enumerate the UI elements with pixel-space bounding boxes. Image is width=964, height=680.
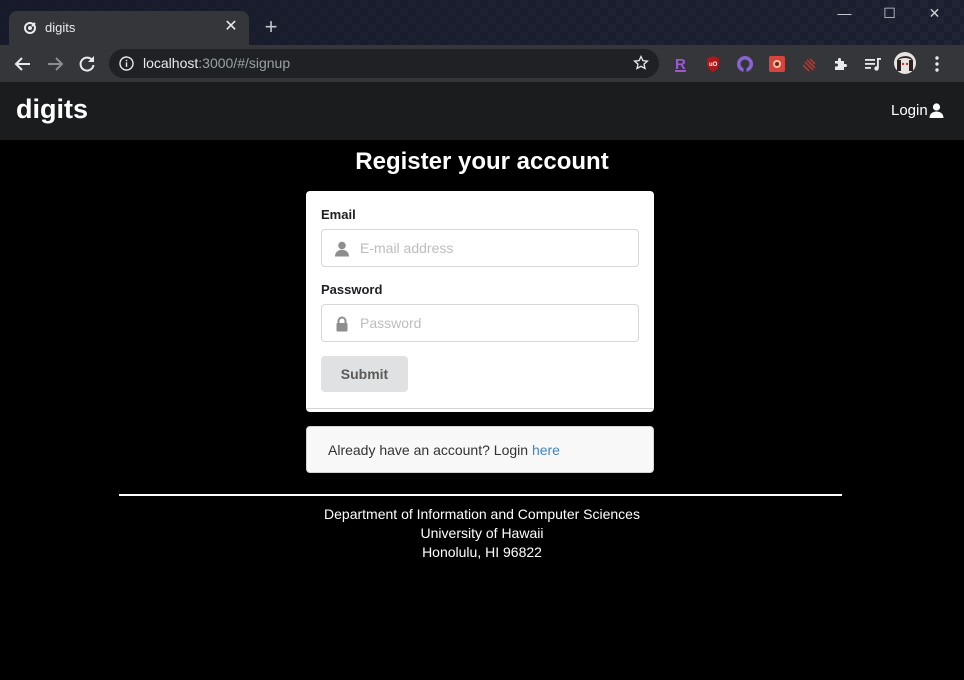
url-text[interactable]: localhost:3000/#/signup [143, 55, 290, 71]
url-host: localhost [143, 55, 199, 71]
tab-title: digits [45, 20, 76, 35]
window-close-button[interactable]: ✕ [912, 0, 957, 28]
footer-university: University of Hawaii [420, 525, 544, 541]
footer-divider [119, 494, 842, 496]
submit-button[interactable]: Submit [321, 356, 408, 392]
user-icon [335, 241, 349, 257]
media-queue-icon[interactable] [863, 54, 883, 74]
email-field[interactable] [321, 229, 639, 267]
brand-logo[interactable]: digits [16, 94, 88, 125]
back-button[interactable] [10, 51, 36, 77]
browser-toolbar: localhost:3000/#/signup R uO [0, 45, 964, 82]
password-label: Password [321, 282, 383, 297]
url-path: :3000/#/signup [198, 55, 291, 71]
lock-icon [336, 316, 348, 332]
media-extension-icon[interactable] [767, 54, 787, 74]
puzzle-extensions-icon[interactable] [831, 54, 851, 74]
top-navbar: digits Login [0, 82, 964, 140]
browser-tab[interactable]: digits ✕ [9, 11, 249, 45]
info-icon[interactable] [119, 56, 134, 71]
login-nav-label: Login [891, 102, 928, 119]
login-message: Already have an account? Login here [306, 426, 654, 473]
svg-text:uO: uO [709, 62, 718, 68]
browser-menu-icon[interactable] [927, 54, 947, 74]
login-message-text: Already have an account? Login here [328, 442, 560, 458]
address-bar[interactable]: localhost:3000/#/signup [109, 49, 659, 78]
login-message-prefix: Already have an account? Login [328, 442, 532, 458]
email-label: Email [321, 207, 356, 222]
reload-button[interactable] [74, 51, 100, 77]
login-here-link[interactable]: here [532, 442, 560, 458]
reload-icon [79, 56, 95, 72]
email-input[interactable] [360, 230, 630, 266]
bookmark-star-icon[interactable] [633, 55, 649, 71]
user-icon [929, 103, 944, 118]
r-extension-icon[interactable]: R [671, 54, 691, 74]
password-input[interactable] [360, 305, 630, 341]
window-minimize-button[interactable]: — [822, 0, 867, 28]
login-nav-link[interactable]: Login [891, 102, 944, 119]
tab-close-icon[interactable]: ✕ [221, 17, 241, 37]
new-tab-button[interactable]: + [260, 16, 282, 39]
stripes-extension-icon[interactable] [799, 54, 819, 74]
password-field[interactable] [321, 304, 639, 342]
github-icon[interactable] [735, 54, 755, 74]
ublock-icon[interactable]: uO [703, 54, 723, 74]
forward-button[interactable] [42, 51, 68, 77]
page-title: Register your account [355, 148, 609, 175]
arrow-right-icon [48, 57, 64, 71]
window-maximize-button[interactable]: ☐ [867, 0, 912, 28]
arrow-left-icon [14, 57, 30, 71]
profile-avatar[interactable] [893, 51, 917, 75]
footer-department: Department of Information and Computer S… [324, 506, 640, 522]
footer-address: Honolulu, HI 96822 [422, 544, 542, 560]
signup-form: Email Password Submit [306, 191, 654, 412]
tab-favicon-icon [24, 22, 36, 34]
